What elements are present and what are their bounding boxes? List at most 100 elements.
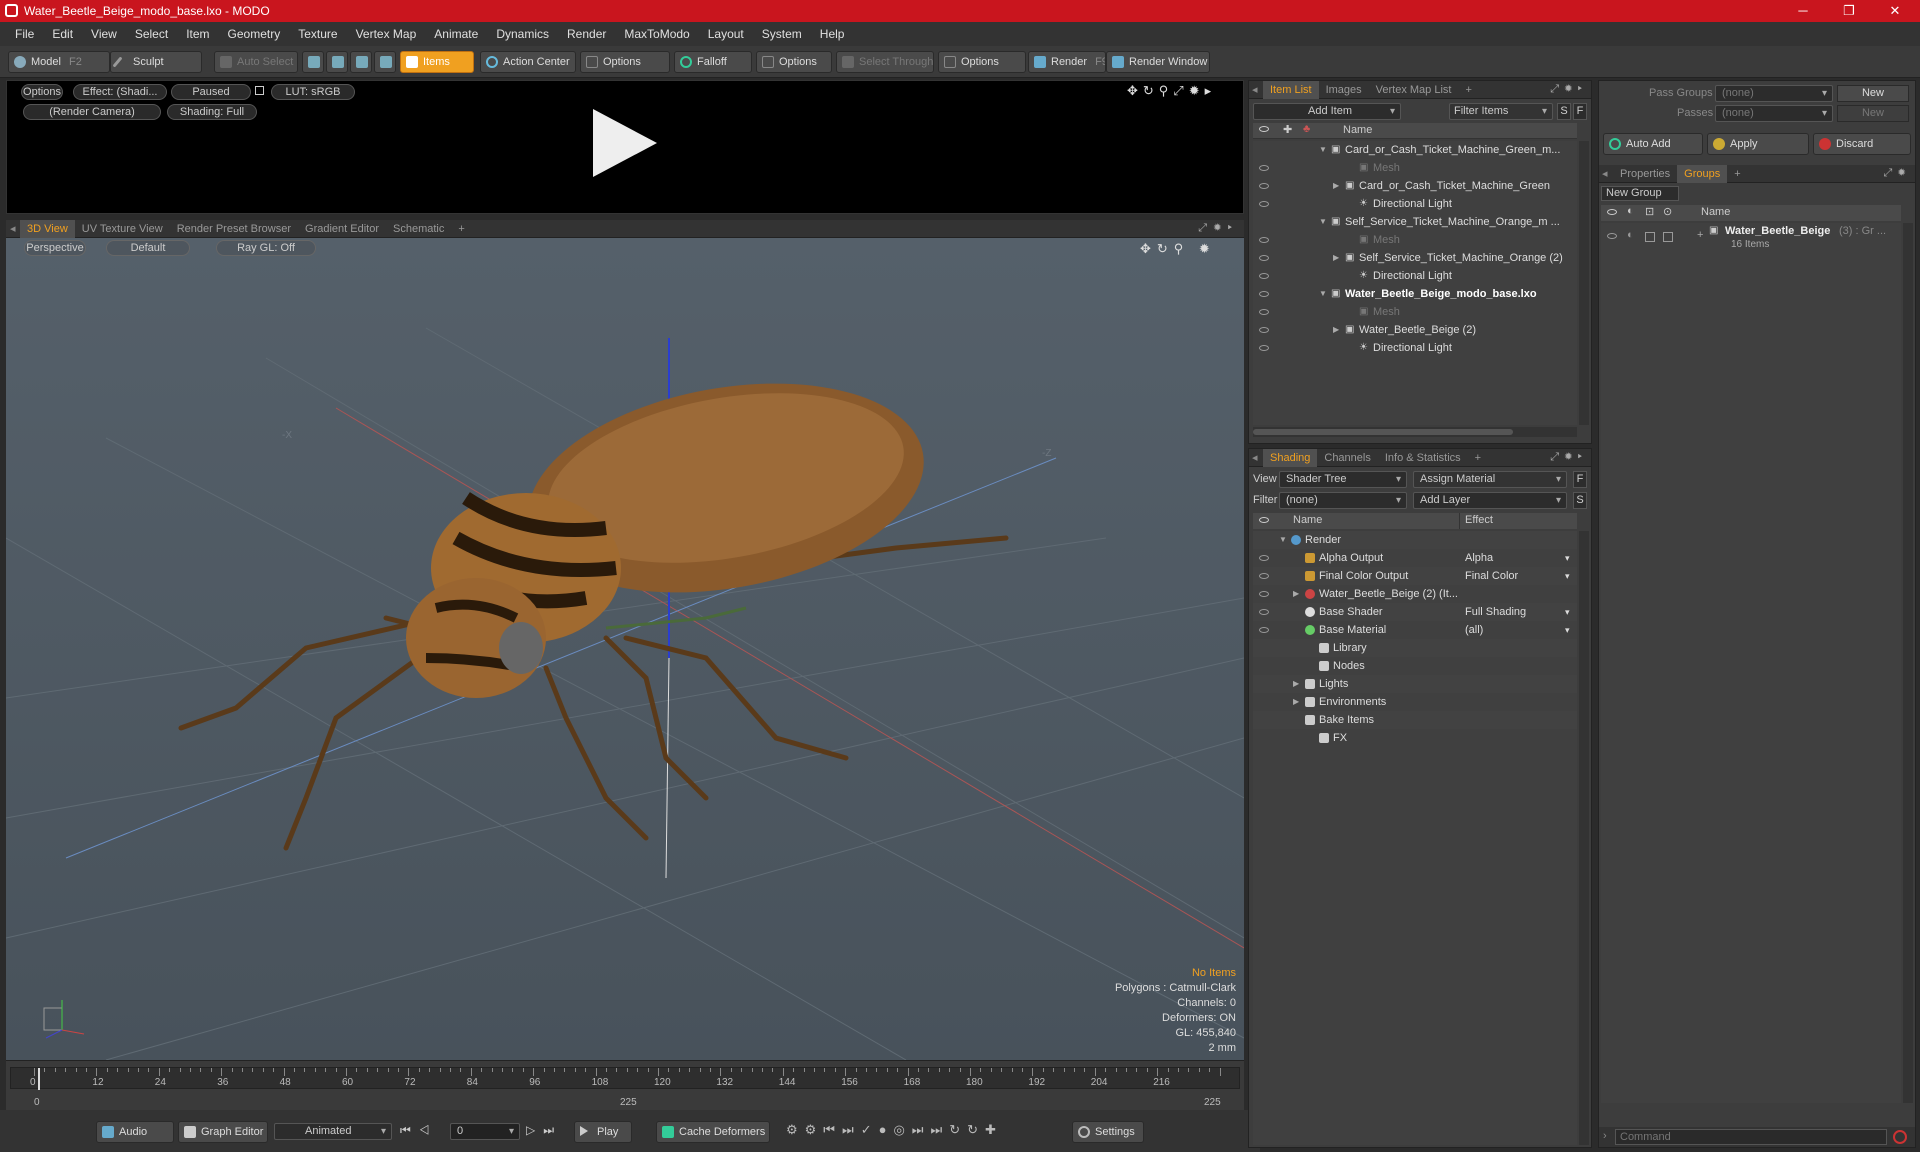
tab-info-statistics[interactable]: Info & Statistics — [1378, 449, 1468, 467]
raygl-dropdown[interactable]: Ray GL: Off — [216, 240, 316, 256]
expand-arrow-icon[interactable]: ▶ — [1293, 693, 1299, 711]
action-center-button[interactable]: Action Center — [480, 51, 576, 73]
cache-deformers-button[interactable]: Cache Deformers — [656, 1121, 770, 1143]
shader-tree-row[interactable]: Alpha Output Alpha ▾ — [1253, 549, 1577, 567]
select-through-button[interactable]: Select Through — [836, 51, 934, 73]
tab-gradient-editor[interactable]: Gradient Editor — [298, 220, 386, 238]
passes-dropdown[interactable]: (none) — [1715, 105, 1833, 122]
edges-mode-button[interactable] — [326, 51, 348, 73]
item-list-hscrollbar[interactable] — [1253, 427, 1577, 437]
panel-controls-icon[interactable]: ⤢✹ — [1883, 167, 1915, 180]
tab-properties[interactable]: Properties — [1613, 165, 1677, 183]
transport-start-buttons[interactable]: ⏮◁ — [400, 1123, 438, 1138]
animated-dropdown[interactable]: Animated — [274, 1123, 392, 1140]
tab-render-preset-browser[interactable]: Render Preset Browser — [170, 220, 298, 238]
effect-dropdown[interactable]: Full Shading — [1465, 603, 1569, 621]
graph-editor-button[interactable]: Graph Editor — [178, 1121, 268, 1143]
add-layer-s-button[interactable]: S — [1573, 492, 1587, 509]
auto-add-button[interactable]: Auto Add — [1603, 133, 1703, 155]
menu-file[interactable]: File — [6, 27, 43, 41]
add-tab-button[interactable]: + — [1727, 165, 1747, 183]
preview-camera-dropdown[interactable]: (Render Camera) — [23, 104, 161, 120]
filter-s-button[interactable]: S — [1557, 103, 1571, 120]
eye-icon[interactable] — [1259, 345, 1269, 351]
audio-button[interactable]: Audio — [96, 1121, 174, 1143]
lock-toggle-icon[interactable] — [1645, 232, 1655, 242]
shader-tree-row[interactable]: ▶ Environments — [1253, 693, 1577, 711]
apply-button[interactable]: Apply — [1707, 133, 1809, 155]
tab-item-list[interactable]: Item List — [1263, 80, 1319, 99]
key-controls[interactable]: ⚙⚙⏮⏭✓●◎⏭⏭↻↻✚ — [786, 1122, 1003, 1138]
groups-vscrollbar[interactable] — [1903, 223, 1913, 1103]
command-record-icon[interactable] — [1893, 1130, 1907, 1144]
expand-arrow-icon[interactable]: ▶ — [1333, 249, 1339, 267]
effect-dropdown[interactable]: Final Color — [1465, 567, 1569, 585]
menu-dynamics[interactable]: Dynamics — [487, 27, 558, 41]
sculpt-mode-button[interactable]: Sculpt — [110, 51, 202, 73]
collapse-arrow-icon[interactable]: ▼ — [1319, 213, 1327, 231]
panel-controls-icon[interactable]: ⤢✹▸ — [1550, 83, 1591, 96]
tab-shading[interactable]: Shading — [1263, 448, 1318, 467]
expand-arrow-icon[interactable]: ▶ — [1293, 675, 1299, 693]
shading-filter-dropdown[interactable]: (none) — [1279, 492, 1407, 509]
expand-icon[interactable]: + — [1697, 229, 1703, 241]
model-mode-button[interactable]: Model F2 — [8, 51, 110, 73]
preview-lut-dropdown[interactable]: LUT: sRGB — [271, 84, 355, 100]
item-list-row[interactable]: ☀ Directional Light — [1253, 195, 1577, 213]
shader-tree-row[interactable]: Base Material (all) ▾ — [1253, 621, 1577, 639]
eye-icon[interactable] — [1259, 309, 1269, 315]
frame-input[interactable]: 0 — [450, 1123, 520, 1140]
eye-icon[interactable] — [1259, 573, 1269, 579]
viewport-nav-controls[interactable]: ✥↻⚲ ✹ — [1140, 241, 1216, 257]
shader-tree-dropdown[interactable]: Shader Tree — [1279, 471, 1407, 488]
materials-mode-button[interactable] — [374, 51, 396, 73]
shader-tree-row[interactable]: FX — [1253, 729, 1577, 747]
eye-icon[interactable] — [1259, 555, 1269, 561]
menu-help[interactable]: Help — [811, 27, 854, 41]
menu-maxtomodo[interactable]: MaxToModo — [615, 27, 698, 41]
perspective-dropdown[interactable]: Perspective — [24, 240, 86, 256]
assign-f-button[interactable]: F — [1573, 471, 1587, 488]
shader-tree-row[interactable]: Bake Items — [1253, 711, 1577, 729]
settings-button[interactable]: Settings — [1072, 1121, 1144, 1143]
shader-tree-row[interactable]: ▶ Water_Beetle_Beige (2) (It... — [1253, 585, 1577, 603]
minimize-button[interactable]: ─ — [1780, 0, 1826, 22]
tab-vertex-map-list[interactable]: Vertex Map List — [1369, 81, 1459, 99]
panel-menu-icon[interactable]: ◂ — [1599, 167, 1613, 180]
eye-icon[interactable] — [1607, 233, 1617, 239]
auto-select-button[interactable]: Auto Select — [214, 51, 298, 73]
eye-icon[interactable] — [1259, 627, 1269, 633]
tab-channels[interactable]: Channels — [1317, 449, 1377, 467]
item-list-vscrollbar[interactable] — [1579, 141, 1589, 425]
eye-icon[interactable] — [1259, 237, 1269, 243]
new-group-button[interactable]: New Group — [1601, 186, 1679, 201]
render-toggle-icon[interactable]: ◐ — [1627, 229, 1634, 241]
3d-viewport[interactable]: Perspective Default Ray GL: Off ✥↻⚲ ✹ -X… — [6, 238, 1244, 1060]
render-window-button[interactable]: Render Window — [1106, 51, 1210, 73]
restore-button[interactable]: ❐ — [1826, 0, 1872, 22]
effect-dropdown[interactable]: (all) — [1465, 621, 1569, 639]
water-beetle-model[interactable] — [178, 355, 1009, 851]
add-tab-button[interactable]: + — [451, 220, 471, 238]
pass-groups-dropdown[interactable]: (none) — [1715, 85, 1833, 102]
menu-select[interactable]: Select — [126, 27, 177, 41]
select-through-options-button[interactable]: Options — [938, 51, 1026, 73]
item-list-row[interactable]: ▶ ▣ Self_Service_Ticket_Machine_Orange (2) — [1253, 249, 1577, 267]
shader-tree-row[interactable]: ▼ Render — [1253, 531, 1577, 549]
collapse-arrow-icon[interactable]: ▼ — [1279, 531, 1287, 549]
eye-icon[interactable] — [1259, 591, 1269, 597]
eye-icon[interactable] — [1259, 183, 1269, 189]
render-button[interactable]: Render F9 — [1028, 51, 1106, 73]
menu-view[interactable]: View — [82, 27, 126, 41]
timeline[interactable]: 0 12 24 36 48 60 72 84 96 108 120 132 144 156 168 180 19… — [6, 1060, 1244, 1110]
new-pass-button[interactable]: New — [1837, 105, 1909, 122]
item-list-row[interactable]: ▣ Mesh — [1253, 303, 1577, 321]
add-tab-button[interactable]: + — [1458, 81, 1478, 99]
play-icon[interactable] — [593, 109, 657, 177]
shader-tree-row[interactable]: ▶ Lights — [1253, 675, 1577, 693]
item-list-row[interactable]: ▣ Mesh — [1253, 159, 1577, 177]
tab-3d-view[interactable]: 3D View — [20, 219, 75, 238]
menu-item[interactable]: Item — [177, 27, 218, 41]
new-pass-group-button[interactable]: New — [1837, 85, 1909, 102]
tab-uv-texture-view[interactable]: UV Texture View — [75, 220, 170, 238]
